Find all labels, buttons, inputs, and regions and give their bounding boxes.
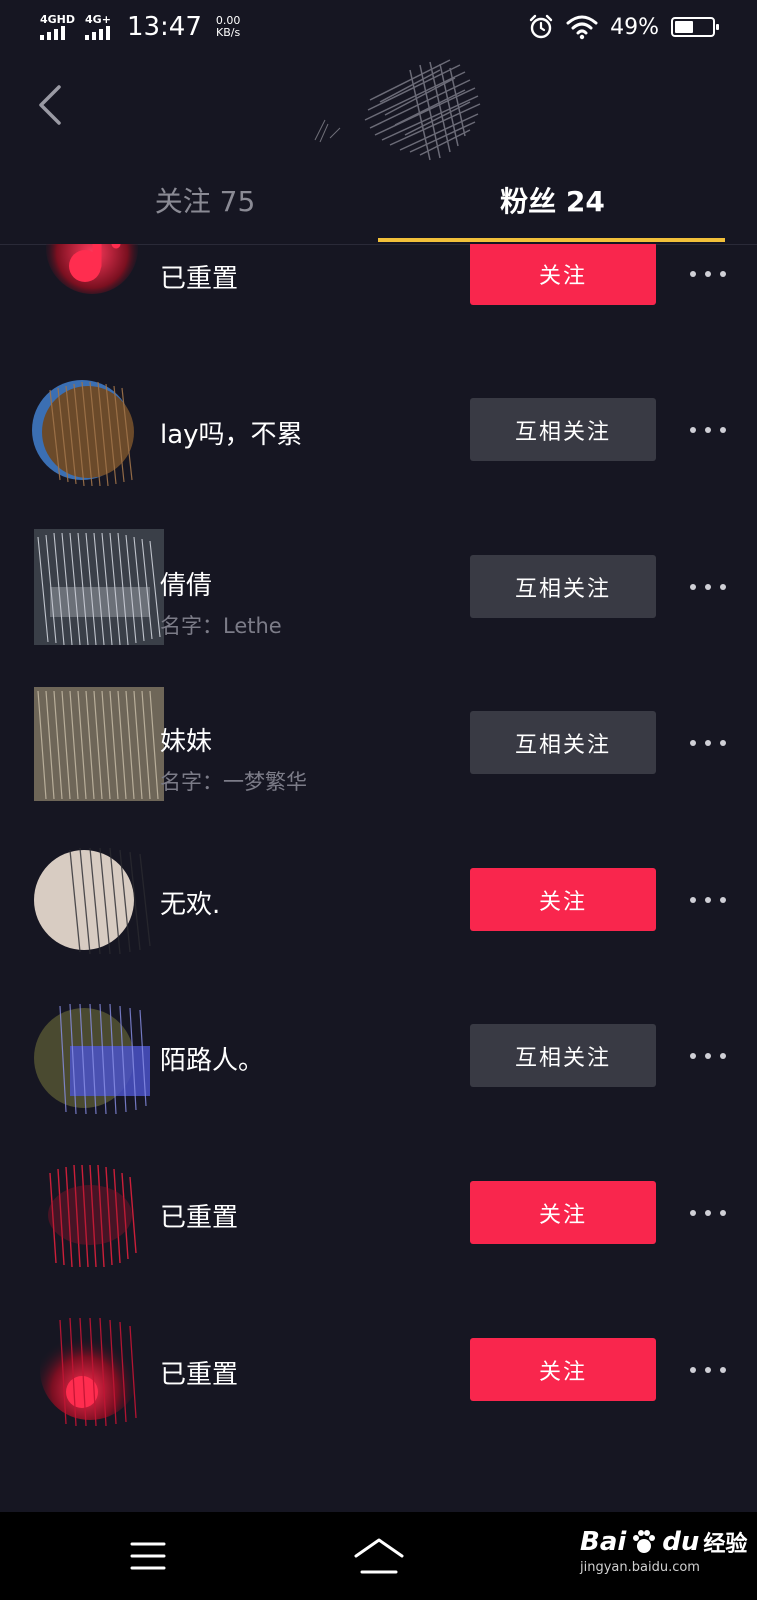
more-options-icon[interactable] (690, 264, 726, 284)
fan-name[interactable]: 已重置 (160, 1354, 238, 1391)
more-options-icon[interactable] (690, 890, 726, 910)
menu-icon (130, 1542, 166, 1570)
fan-info: lay吗，不累 (160, 414, 303, 451)
fan-info: 无欢. (160, 884, 220, 921)
watermark-brand-du: du (662, 1527, 700, 1557)
fan-name[interactable]: 已重置 (160, 1197, 238, 1234)
mutual-follow-button[interactable]: 互相关注 (470, 398, 656, 461)
more-options-icon[interactable] (690, 733, 726, 753)
fan-info: 已重置 (160, 1197, 238, 1234)
alarm-icon (529, 14, 553, 39)
fan-list-item[interactable]: 陌路人。 互相关注 (0, 996, 757, 1116)
battery-percent: 49% (610, 14, 659, 40)
watermark-brand: Bai (580, 1527, 627, 1557)
baidu-paw-icon (633, 1530, 656, 1553)
watermark-url: jingyan.baidu.com (580, 1560, 700, 1575)
fan-list-item[interactable]: 妹妹名字：一梦繁华 互相关注 (0, 683, 757, 803)
fan-name[interactable]: lay吗，不累 (160, 414, 303, 451)
avatar[interactable] (30, 1153, 170, 1273)
system-navigation-bar: Bai du 经验 jingyan.baidu.com (0, 1512, 757, 1600)
more-options-icon[interactable] (690, 577, 726, 597)
back-button[interactable] (30, 80, 70, 130)
battery-icon (671, 17, 719, 37)
network-indicator-1: 4GHD (40, 14, 75, 40)
tab-bar: 关注 75 粉丝 24 (0, 160, 757, 245)
tab-fans[interactable]: 粉丝 24 (380, 160, 725, 240)
signal-icon (85, 26, 111, 40)
fan-name[interactable]: 无欢. (160, 884, 220, 921)
fan-list-item[interactable]: 已重置 关注 (0, 1310, 757, 1430)
fan-list-item[interactable]: 倩倩名字：Lethe 互相关注 (0, 527, 757, 647)
tab-following[interactable]: 关注 75 (40, 160, 370, 240)
music-note-icon[interactable] (30, 1310, 170, 1430)
mutual-follow-button[interactable]: 互相关注 (470, 555, 656, 618)
avatar[interactable] (30, 527, 170, 647)
more-options-icon[interactable] (690, 420, 726, 440)
fan-list-item[interactable]: 无欢. 关注 (0, 840, 757, 960)
more-options-icon[interactable] (690, 1046, 726, 1066)
avatar[interactable] (30, 996, 170, 1116)
speed-unit: KB/s (216, 26, 241, 39)
fan-name[interactable]: 倩倩 (160, 565, 282, 602)
fan-info: 已重置 (160, 258, 238, 295)
fan-info: 已重置 (160, 1354, 238, 1391)
wifi-icon (566, 15, 598, 40)
fan-name[interactable]: 陌路人。 (160, 1040, 264, 1077)
more-options-icon[interactable] (690, 1360, 726, 1380)
chevron-left-icon (39, 85, 61, 125)
network-indicator-2: 4G+ (85, 14, 111, 40)
redacted-title-scribble (314, 59, 481, 161)
home-icon (354, 1538, 404, 1574)
more-options-icon[interactable] (690, 1203, 726, 1223)
battery-fill (675, 21, 693, 33)
fan-list-item[interactable]: lay吗，不累 互相关注 (0, 370, 757, 490)
watermark-brand-cn: 经验 (703, 1532, 748, 1557)
fan-list-item[interactable]: 已重置 关注 (0, 244, 757, 334)
fan-info: 倩倩名字：Lethe (160, 565, 282, 640)
clock: 13:47 (126, 12, 202, 42)
mutual-follow-button[interactable]: 互相关注 (470, 711, 656, 774)
fan-name[interactable]: 已重置 (160, 258, 238, 295)
mutual-follow-button[interactable]: 互相关注 (470, 1024, 656, 1087)
follow-button[interactable]: 关注 (470, 1181, 656, 1244)
music-note-icon[interactable] (30, 244, 170, 334)
fan-info: 妹妹名字：一梦繁华 (160, 721, 307, 796)
header (0, 59, 757, 161)
menu-button[interactable] (128, 1538, 168, 1574)
network-speed: 0.00 KB/s (216, 15, 241, 39)
home-button[interactable] (352, 1534, 406, 1578)
fan-info: 陌路人。 (160, 1040, 264, 1077)
active-tab-indicator (378, 238, 725, 242)
baidu-jingyan-watermark: Bai du 经验 jingyan.baidu.com (580, 1526, 750, 1586)
fans-list: 已重置 关注 lay吗，不累 互相关注 倩倩 名字：Lethe 互相关注 妹妹 名字：一梦繁华互… (0, 244, 757, 1512)
network-label: 4G+ (85, 13, 111, 26)
fan-name[interactable]: 妹妹 (160, 721, 307, 758)
fan-list-item[interactable]: 已重置 关注 (0, 1153, 757, 1273)
fan-subtitle: 名字：一梦繁华 (160, 770, 307, 794)
follow-button[interactable]: 关注 (470, 244, 656, 305)
avatar[interactable] (30, 683, 170, 803)
signal-icon (40, 26, 65, 40)
fan-subtitle: 名字：Lethe (160, 614, 282, 638)
network-label: 4GHD (40, 13, 76, 26)
follow-button[interactable]: 关注 (470, 868, 656, 931)
follow-button[interactable]: 关注 (470, 1338, 656, 1401)
avatar[interactable] (30, 370, 170, 490)
avatar[interactable] (30, 840, 170, 960)
